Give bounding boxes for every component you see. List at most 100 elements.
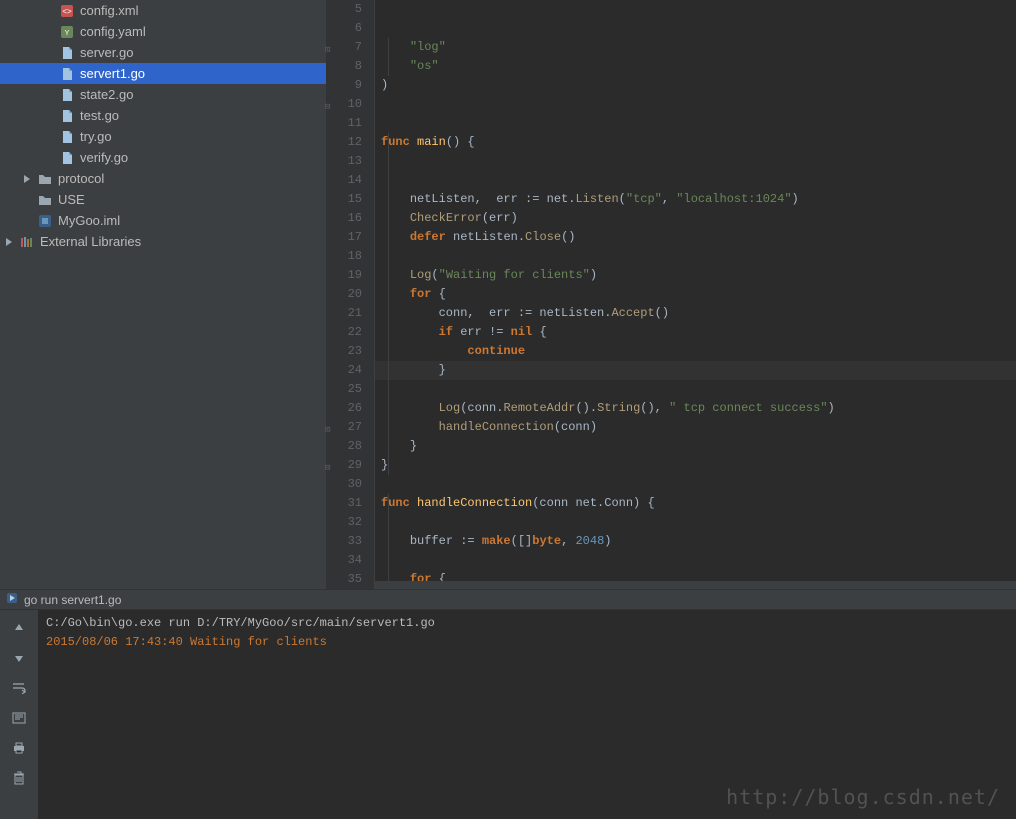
line-number: 5 bbox=[327, 0, 362, 19]
folder-icon bbox=[38, 172, 52, 186]
line-number: 25 bbox=[327, 380, 362, 399]
line-number: 15 bbox=[327, 190, 362, 209]
line-number: 17 bbox=[327, 228, 362, 247]
library-icon bbox=[20, 235, 34, 249]
code-line[interactable] bbox=[375, 152, 1016, 171]
folder-label: protocol bbox=[58, 171, 104, 186]
folder-USE[interactable]: USE bbox=[0, 189, 326, 210]
code-line[interactable]: for { bbox=[375, 285, 1016, 304]
file-config.xml[interactable]: <> config.xml bbox=[0, 0, 326, 21]
line-number: 22 bbox=[327, 323, 362, 342]
folder-label: USE bbox=[58, 192, 85, 207]
code-body[interactable]: "log" "os") func main() { netListen, err … bbox=[375, 0, 1016, 589]
file-try.go[interactable]: try.go bbox=[0, 126, 326, 147]
run-tab[interactable]: go run servert1.go bbox=[0, 589, 1016, 609]
line-number: 16 bbox=[327, 209, 362, 228]
console-up-icon[interactable] bbox=[8, 618, 30, 638]
code-line[interactable]: continue bbox=[375, 342, 1016, 361]
folder-icon bbox=[38, 193, 52, 207]
line-number: 21 bbox=[327, 304, 362, 323]
code-line[interactable]: if err != nil { bbox=[375, 323, 1016, 342]
console-down-icon[interactable] bbox=[8, 648, 30, 668]
soft-wrap-icon[interactable] bbox=[8, 678, 30, 698]
console-output[interactable]: C:/Go\bin\go.exe run D:/TRY/MyGoo/src/ma… bbox=[38, 610, 1016, 819]
code-line[interactable]: func handleConnection(conn net.Conn) { bbox=[375, 494, 1016, 513]
line-number: 24 bbox=[327, 361, 362, 380]
file-icon: <> bbox=[60, 4, 74, 18]
file-label: servert1.go bbox=[80, 66, 145, 81]
horizontal-scrollbar[interactable] bbox=[375, 581, 1016, 589]
code-line[interactable] bbox=[375, 114, 1016, 133]
project-tree[interactable]: <>config.xmlYconfig.yamlserver.goservert… bbox=[0, 0, 327, 589]
line-number: 30 bbox=[327, 475, 362, 494]
file-label: verify.go bbox=[80, 150, 128, 165]
line-number: 20 bbox=[327, 285, 362, 304]
folder-MyGoo.iml[interactable]: MyGoo.iml bbox=[0, 210, 326, 231]
line-number: 29⊟ bbox=[327, 456, 362, 475]
file-server.go[interactable]: server.go bbox=[0, 42, 326, 63]
file-icon: Y bbox=[60, 25, 74, 39]
code-line[interactable]: } bbox=[375, 361, 1016, 380]
code-line[interactable]: func main() { bbox=[375, 133, 1016, 152]
scroll-to-end-icon[interactable] bbox=[8, 708, 30, 728]
code-line[interactable]: handleConnection(conn) bbox=[375, 418, 1016, 437]
folder-protocol[interactable]: protocol bbox=[0, 168, 326, 189]
code-line[interactable]: conn, err := netListen.Accept() bbox=[375, 304, 1016, 323]
folder-label: MyGoo.iml bbox=[58, 213, 120, 228]
file-verify.go[interactable]: verify.go bbox=[0, 147, 326, 168]
file-label: state2.go bbox=[80, 87, 134, 102]
line-gutter: 567⊡8910⊟1112131415161718192021222324252… bbox=[327, 0, 375, 589]
line-number: 23 bbox=[327, 342, 362, 361]
print-icon[interactable] bbox=[8, 738, 30, 758]
code-line[interactable]: defer netListen.Close() bbox=[375, 228, 1016, 247]
line-number: 13 bbox=[327, 152, 362, 171]
file-icon bbox=[60, 109, 74, 123]
code-editor[interactable]: 567⊡8910⊟1112131415161718192021222324252… bbox=[327, 0, 1016, 589]
line-number: 6 bbox=[327, 19, 362, 38]
code-line[interactable]: netListen, err := net.Listen("tcp", "loc… bbox=[375, 190, 1016, 209]
code-line[interactable]: Log("Waiting for clients") bbox=[375, 266, 1016, 285]
external-libraries-label: External Libraries bbox=[40, 234, 141, 249]
file-label: config.xml bbox=[80, 3, 139, 18]
code-line[interactable]: "os" bbox=[375, 57, 1016, 76]
file-state2.go[interactable]: state2.go bbox=[0, 84, 326, 105]
file-icon bbox=[60, 67, 74, 81]
code-line[interactable] bbox=[375, 247, 1016, 266]
file-servert1.go[interactable]: servert1.go bbox=[0, 63, 326, 84]
line-number: 31 bbox=[327, 494, 362, 513]
svg-text:<>: <> bbox=[62, 7, 72, 16]
code-line[interactable]: } bbox=[375, 456, 1016, 475]
code-line[interactable] bbox=[375, 95, 1016, 114]
code-line[interactable] bbox=[375, 475, 1016, 494]
line-number: 7⊡ bbox=[327, 38, 362, 57]
code-line[interactable] bbox=[375, 380, 1016, 399]
line-number: 27⊡ bbox=[327, 418, 362, 437]
file-config.yaml[interactable]: Yconfig.yaml bbox=[0, 21, 326, 42]
run-icon bbox=[6, 592, 18, 607]
code-line[interactable]: ) bbox=[375, 76, 1016, 95]
code-line[interactable]: } bbox=[375, 437, 1016, 456]
code-line[interactable]: "log" bbox=[375, 38, 1016, 57]
console-line: C:/Go\bin\go.exe run D:/TRY/MyGoo/src/ma… bbox=[46, 614, 1008, 633]
code-line[interactable] bbox=[375, 513, 1016, 532]
file-label: config.yaml bbox=[80, 24, 146, 39]
svg-text:Y: Y bbox=[65, 30, 70, 37]
file-test.go[interactable]: test.go bbox=[0, 105, 326, 126]
code-line[interactable]: buffer := make([]byte, 2048) bbox=[375, 532, 1016, 551]
line-number: 8 bbox=[327, 57, 362, 76]
code-line[interactable] bbox=[375, 551, 1016, 570]
line-number: 10⊟ bbox=[327, 95, 362, 114]
file-icon bbox=[60, 46, 74, 60]
code-line[interactable] bbox=[375, 171, 1016, 190]
file-label: test.go bbox=[80, 108, 119, 123]
console-toolbar bbox=[0, 610, 38, 819]
console-line: 2015/08/06 17:43:40 Waiting for clients bbox=[46, 633, 1008, 652]
code-line[interactable]: CheckError(err) bbox=[375, 209, 1016, 228]
external-libraries[interactable]: External Libraries bbox=[0, 231, 326, 252]
chevron-right-icon bbox=[4, 238, 14, 246]
chevron-right-icon bbox=[22, 175, 32, 183]
line-number: 14 bbox=[327, 171, 362, 190]
code-line[interactable]: Log(conn.RemoteAddr().String(), " tcp co… bbox=[375, 399, 1016, 418]
line-number: 32 bbox=[327, 513, 362, 532]
clear-icon[interactable] bbox=[8, 768, 30, 788]
